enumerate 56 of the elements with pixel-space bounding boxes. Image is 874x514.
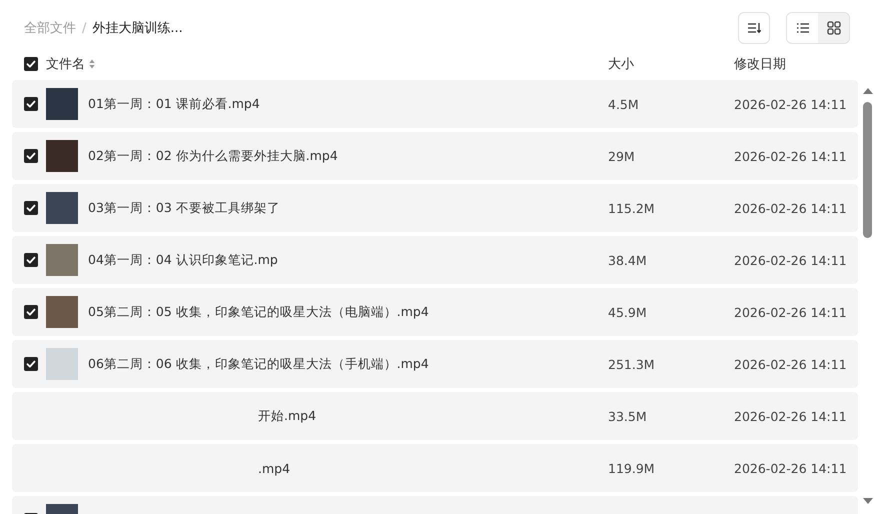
- modified-date: 2026-02-26 14:11: [734, 356, 847, 372]
- file-name[interactable]: 开始.mp4: [258, 408, 316, 424]
- video-thumbnail: [46, 244, 78, 276]
- breadcrumb-current: 外挂大脑训练...: [92, 20, 183, 37]
- sort-caret-icon[interactable]: [89, 59, 95, 69]
- breadcrumb-separator: /: [82, 20, 86, 36]
- checkbox[interactable]: [24, 253, 38, 267]
- file-size: 29M: [608, 148, 635, 164]
- video-thumbnail: [46, 88, 78, 120]
- file-size: 4.5M: [608, 96, 639, 112]
- checkbox[interactable]: [24, 357, 38, 371]
- file-row[interactable]: 03第一周：03 不要被工具绑架了 115.2M 2026-02-26 14:11: [12, 184, 858, 232]
- file-size: 251.3M: [608, 356, 655, 372]
- modified-date: 2026-02-26 14:11: [734, 96, 847, 112]
- list-icon: [796, 22, 810, 34]
- checkbox[interactable]: [24, 201, 38, 215]
- grid-icon: [826, 21, 840, 35]
- file-size: 33.5M: [608, 408, 647, 424]
- file-size: 38.4M: [608, 252, 647, 268]
- checkbox[interactable]: [24, 57, 38, 71]
- file-name[interactable]: .mp4: [258, 460, 290, 476]
- sort-button[interactable]: [738, 12, 770, 44]
- file-row[interactable]: 04第一周：04 认识印象笔记.mp 38.4M 2026-02-26 14:11: [12, 236, 858, 284]
- video-thumbnail: [46, 192, 78, 224]
- sort-icon: [747, 22, 761, 34]
- checkbox[interactable]: [24, 149, 38, 163]
- column-header[interactable]: 修改日期: [734, 57, 786, 72]
- modified-date: 2026-02-26 14:11: [734, 200, 847, 216]
- file-size: 115.2M: [608, 200, 655, 216]
- file-name[interactable]: 02第一周：02 你为什么需要外挂大脑.mp4: [88, 148, 338, 164]
- modified-date: 2026-02-26 14:11: [734, 460, 847, 476]
- file-size: 45.9M: [608, 304, 647, 320]
- file-name[interactable]: 04第一周：04 认识印象笔记.mp: [88, 252, 278, 268]
- file-name[interactable]: 03第一周：03 不要被工具绑架了: [88, 200, 280, 216]
- video-thumbnail: [46, 140, 78, 172]
- checkbox[interactable]: [24, 305, 38, 319]
- column-header[interactable]: 文件名: [46, 55, 85, 73]
- modified-date: 2026-02-26 14:11: [734, 408, 847, 424]
- file-name[interactable]: 05第二周：05 收集，印象笔记的吸星大法（电脑端）.mp4: [88, 304, 429, 320]
- video-thumbnail: [46, 348, 78, 380]
- modified-date: 2026-02-26 14:11: [734, 148, 847, 164]
- file-row[interactable]: 06第二周：06 收集，印象笔记的吸星大法（手机端）.mp4 251.3M 2026-02-26 14:11: [12, 340, 858, 388]
- file-row[interactable]: 01第一周：01 课前必看.mp4 4.5M 2026-02-26 14:11: [12, 80, 858, 128]
- file-row[interactable]: .mp4 119.9M 2026-02-26 14:11: [12, 444, 858, 492]
- modified-date: 2026-02-26 14:11: [734, 252, 847, 268]
- file-name[interactable]: 01第一周：01 课前必看.mp4: [88, 96, 260, 112]
- file-row[interactable]: 开始.mp4 33.5M 2026-02-26 14:11: [12, 392, 858, 440]
- checkbox[interactable]: [24, 97, 38, 111]
- video-thumbnail: [46, 296, 78, 328]
- list-view-button[interactable]: [787, 13, 818, 43]
- modified-date: 2026-02-26 14:11: [734, 304, 847, 320]
- column-header[interactable]: 大小: [608, 57, 634, 72]
- file-size: 119.9M: [608, 460, 655, 476]
- file-row[interactable]: 02第一周：02 你为什么需要外挂大脑.mp4 29M 2026-02-26 14:11: [12, 132, 858, 180]
- file-row[interactable]: 05第二周：05 收集，印象笔记的吸星大法（电脑端）.mp4 45.9M 2026-02-26 14:11: [12, 288, 858, 336]
- file-name[interactable]: 06第二周：06 收集，印象笔记的吸星大法（手机端）.mp4: [88, 356, 429, 372]
